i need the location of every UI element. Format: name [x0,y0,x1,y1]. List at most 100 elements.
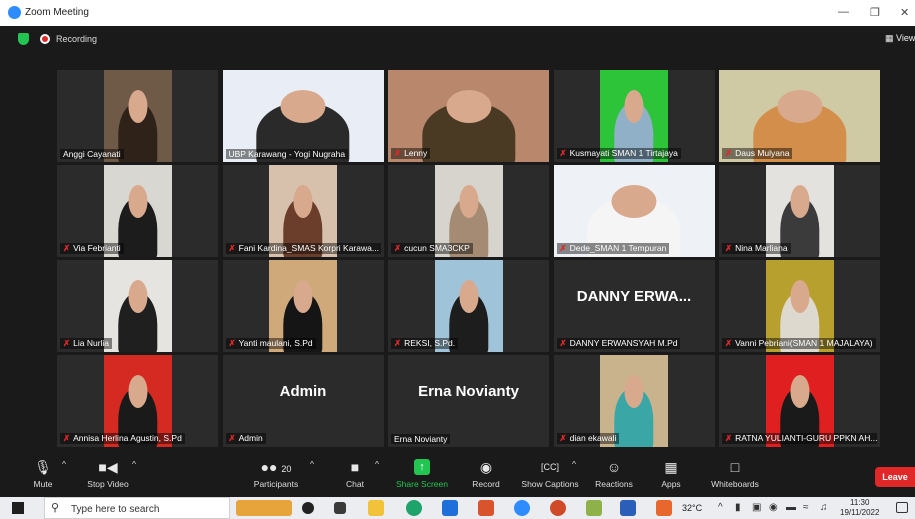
cortana-icon[interactable] [302,502,314,514]
close-button[interactable]: ✕ [900,6,909,19]
participant-tile[interactable]: ✗ Dede_SMAN 1 Tempuran [553,165,715,257]
notification-icon[interactable] [896,502,908,513]
windows-start-icon[interactable] [12,502,24,514]
word-icon[interactable] [620,500,636,516]
task-view-icon[interactable] [334,502,346,514]
temperature-label: 32°C [682,503,703,513]
tray-chevron-icon[interactable]: ^ [718,502,723,513]
leave-button[interactable]: Leave [875,467,915,487]
tent-app-icon[interactable] [656,500,672,516]
mute-button[interactable]: 🎙 Mute [28,459,58,489]
participant-name-label: ✗ Vanni Pebriani(SMAN 1 MAJALAYA) [722,338,876,349]
participant-tile[interactable]: ✗ Kusmayati SMAN 1 Tirtajaya [553,70,715,162]
audio-options-chevron-icon[interactable]: ^ [62,459,66,469]
participant-name: Anggi Cayanati [63,149,121,159]
participant-name: Nina Marliana [735,243,788,253]
restore-button[interactable]: ❐ [870,6,880,19]
participant-tile[interactable]: ✗ Yanti maulani, S.Pd [222,260,384,352]
window-titlebar: Zoom Meeting — ❐ ✕ [0,0,915,26]
view-button[interactable]: ▦ View [885,33,915,44]
participant-tile[interactable]: Admin ✗ Admin [222,355,384,447]
participant-tile[interactable]: ✗ Annisa Herlina Agustin, S.Pd [57,355,218,447]
participants-options-chevron-icon[interactable]: ^ [310,459,314,469]
muted-microphone-icon: ✗ [559,243,567,253]
participant-face [789,280,810,314]
participants-button[interactable]: ●● 20 Participants [250,459,302,489]
powerpoint-icon[interactable] [550,500,566,516]
whiteboards-button[interactable]: □ Whiteboards [707,459,763,489]
participant-name: REKSI, S.Pd. [404,338,456,348]
muted-microphone-icon: ✗ [394,243,402,253]
taskbar-search-box[interactable]: ⚲ Type here to search [44,497,230,519]
participant-name: Lenny [404,148,428,158]
participant-name-label: ✗ REKSI, S.Pd. [391,338,459,349]
participant-name: UBP Karawang - Yogi Nugraha [228,149,346,159]
participant-face [127,375,148,409]
taskbar-weather-widget-icon[interactable] [236,500,292,516]
chat-button[interactable]: ■ Chat [340,459,370,489]
participant-tile[interactable]: ✗ cucun SMA3CKP [388,165,549,257]
reactions-button[interactable]: ☺ Reactions [592,459,636,489]
tray-volume-icon[interactable]: ♫ [820,502,828,513]
participant-face [789,375,810,409]
participant-name-label: ✗ Daus Mulyana [722,148,793,159]
participants-count: 20 [281,464,292,474]
apps-button[interactable]: ▦ Apps [657,459,685,489]
captions-options-chevron-icon[interactable]: ^ [572,459,576,469]
participant-tile[interactable]: Anggi Cayanati [57,70,218,162]
mail-icon[interactable] [442,500,458,516]
search-icon: ⚲ [51,502,60,514]
participant-tile[interactable]: UBP Karawang - Yogi Nugraha [222,70,384,162]
participant-name-label: Anggi Cayanati [60,149,124,159]
muted-microphone-icon: ✗ [394,148,402,158]
tray-power-icon: ◉ [769,502,778,513]
participant-tile[interactable]: ✗ Lenny [388,70,549,162]
participant-name-label: ✗ Fani Kardina_SMAS Korpri Karawa... [225,243,381,254]
window-title: Zoom Meeting [25,7,89,18]
zoom-logo-icon [8,6,21,19]
clock-time: 11:30 [850,498,870,507]
video-options-chevron-icon[interactable]: ^ [132,459,136,469]
record-icon: ◉ [479,459,493,475]
minimize-button[interactable]: — [838,6,849,18]
tray-network-icon[interactable]: ▬ [786,502,796,513]
edge-browser-icon[interactable] [406,500,422,516]
participant-name: Via Febrianti [73,243,121,253]
participant-tile[interactable]: ✗ Via Febrianti [57,165,218,257]
tray-wifi-icon[interactable]: ≈ [803,502,809,513]
chat-options-chevron-icon[interactable]: ^ [375,459,379,469]
share-screen-label: Share Screen [396,479,448,489]
participant-tile[interactable]: ✗ Nina Marliana [719,165,880,257]
muted-microphone-icon: ✗ [63,338,71,348]
participant-face [293,280,313,314]
recording-icon [40,34,50,44]
participant-tile[interactable]: ✗ REKSI, S.Pd. [388,260,549,352]
participant-name: Annisa Herlina Agustin, S.Pd [73,433,182,443]
taskbar-clock[interactable]: 11:30 19/11/2022 [840,498,879,518]
participant-face [458,185,479,219]
share-screen-button[interactable]: ↑ Share Screen [393,459,451,489]
participant-tile[interactable]: Erna Novianty Erna Novianty [388,355,549,447]
muted-microphone-icon: ✗ [228,338,236,348]
participant-face [127,185,148,219]
participant-name: Dede_SMAN 1 Tempuran [569,243,667,253]
record-button[interactable]: ◉ Record [468,459,504,489]
participant-tile[interactable]: ✗ Fani Kardina_SMAS Korpri Karawa... [222,165,384,257]
participant-tile[interactable]: ✗ RATNA YULIANTI-GURU PPKN AH... [719,355,880,447]
office-icon[interactable] [478,500,494,516]
participant-tile[interactable]: ✗ dian ekawali [553,355,715,447]
participant-tile[interactable]: ✗ Vanni Pebriani(SMAN 1 MAJALAYA) [719,260,880,352]
participant-tile[interactable]: ✗ Lia Nurlia [57,260,218,352]
zoom-taskbar-icon[interactable] [514,500,530,516]
encryption-shield-icon[interactable] [18,33,29,45]
stop-video-button[interactable]: ■◀ Stop Video [82,459,134,489]
participant-tile[interactable]: ✗ Daus Mulyana [719,70,880,162]
stop-video-label: Stop Video [87,479,129,489]
participant-face [280,90,326,124]
tray-display-icon[interactable]: ▣ [752,502,761,513]
participant-name: Lia Nurlia [73,338,110,348]
pen-app-icon[interactable] [586,500,602,516]
participant-tile[interactable]: DANNY ERWA... ✗ DANNY ERWANSYAH M.Pd [553,260,715,352]
muted-microphone-icon: ✗ [559,433,567,443]
file-explorer-icon[interactable] [368,500,384,516]
